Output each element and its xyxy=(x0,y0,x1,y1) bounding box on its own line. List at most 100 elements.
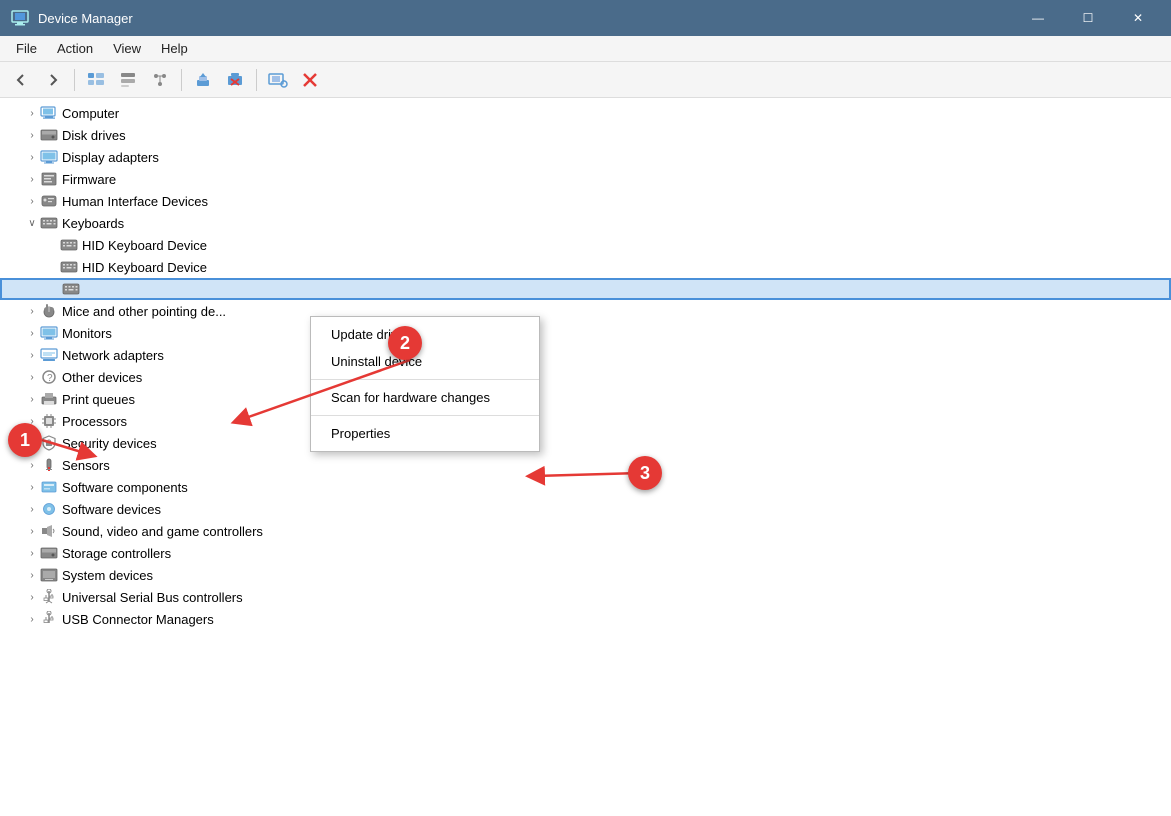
toolbar-update-driver[interactable] xyxy=(188,66,218,94)
storage-icon xyxy=(40,544,58,562)
minimize-button[interactable]: — xyxy=(1015,3,1061,33)
expand-icon[interactable]: › xyxy=(24,567,40,583)
expand-icon[interactable]: › xyxy=(24,611,40,627)
menu-action[interactable]: Action xyxy=(47,38,103,59)
expand-icon[interactable]: ∨ xyxy=(24,215,40,231)
keyboards-icon xyxy=(40,214,58,232)
expand-icon[interactable]: › xyxy=(24,391,40,407)
mice-label: Mice and other pointing de... xyxy=(62,304,226,319)
tree-item-software-comp[interactable]: › Software components xyxy=(0,476,1171,498)
mice-icon xyxy=(40,302,58,320)
tree-item-network[interactable]: › Network adapters xyxy=(0,344,1171,366)
expand-icon[interactable]: › xyxy=(24,325,40,341)
tree-item-monitors[interactable]: › Monitors xyxy=(0,322,1171,344)
separator-2 xyxy=(311,415,539,416)
expand-icon[interactable]: › xyxy=(24,545,40,561)
expand-icon[interactable]: › xyxy=(24,479,40,495)
menu-bar: File Action View Help xyxy=(0,36,1171,62)
sensors-label: Sensors xyxy=(62,458,110,473)
svg-text:?: ? xyxy=(47,373,53,384)
maximize-button[interactable]: ☐ xyxy=(1065,3,1111,33)
other-label: Other devices xyxy=(62,370,142,385)
hid-kbd-icon-3 xyxy=(62,280,80,298)
toolbar-uninstall[interactable] xyxy=(220,66,250,94)
view-devices-button[interactable] xyxy=(81,66,111,94)
tree-item-print[interactable]: › Print queues xyxy=(0,388,1171,410)
system-icon xyxy=(40,566,58,584)
device-tree[interactable]: › Computer › Disk drives › Di xyxy=(0,98,1171,816)
hid-icon xyxy=(40,192,58,210)
expand-icon[interactable]: › xyxy=(24,193,40,209)
expand-icon[interactable]: › xyxy=(24,523,40,539)
annotation-1: 1 xyxy=(8,423,42,457)
usb-connector-label: USB Connector Managers xyxy=(62,612,214,627)
usb-label: Universal Serial Bus controllers xyxy=(62,590,243,605)
expand-icon[interactable]: › xyxy=(24,105,40,121)
expand-icon[interactable]: › xyxy=(24,303,40,319)
main-content: › Computer › Disk drives › Di xyxy=(0,98,1171,816)
tree-item-computer[interactable]: › Computer xyxy=(0,102,1171,124)
resources-type-button[interactable] xyxy=(113,66,143,94)
expand-icon[interactable]: › xyxy=(24,127,40,143)
tree-item-software-dev[interactable]: › Software devices xyxy=(0,498,1171,520)
tree-item-disk-drives[interactable]: › Disk drives xyxy=(0,124,1171,146)
usb-connector-icon xyxy=(40,610,58,628)
tree-item-hid-kbd-2[interactable]: › HID Keyboard Device xyxy=(0,256,1171,278)
scan-hardware-button[interactable] xyxy=(263,66,293,94)
back-button[interactable] xyxy=(6,66,36,94)
resources-connection-button[interactable] xyxy=(145,66,175,94)
expand-icon[interactable]: › xyxy=(24,149,40,165)
separator-3 xyxy=(256,69,257,91)
context-scan-hardware[interactable]: Scan for hardware changes xyxy=(311,384,539,411)
tree-item-keyboards[interactable]: ∨ Keyboards xyxy=(0,212,1171,234)
toolbar xyxy=(0,62,1171,98)
print-icon xyxy=(40,390,58,408)
annotation-2: 2 xyxy=(388,326,422,360)
context-properties[interactable]: Properties xyxy=(311,420,539,447)
expand-icon[interactable]: › xyxy=(24,589,40,605)
tree-item-storage[interactable]: › Storage controllers xyxy=(0,542,1171,564)
tree-item-mice[interactable]: › Mice and other pointing de... xyxy=(0,300,1171,322)
tree-item-security[interactable]: › Security devices xyxy=(0,432,1171,454)
menu-view[interactable]: View xyxy=(103,38,151,59)
window: Device Manager — ☐ ✕ File Action View He… xyxy=(0,0,1171,816)
tree-item-sound[interactable]: › Sound, video and game controllers xyxy=(0,520,1171,542)
monitors-icon xyxy=(40,324,58,342)
network-icon xyxy=(40,346,58,364)
tree-item-hid[interactable]: › Human Interface Devices xyxy=(0,190,1171,212)
tree-item-system[interactable]: › System devices xyxy=(0,564,1171,586)
context-update-driver[interactable]: Update driver xyxy=(311,321,539,348)
tree-item-other[interactable]: › ? Other devices xyxy=(0,366,1171,388)
software-comp-label: Software components xyxy=(62,480,188,495)
forward-button[interactable] xyxy=(38,66,68,94)
menu-help[interactable]: Help xyxy=(151,38,198,59)
hid-kbd-label-2: HID Keyboard Device xyxy=(82,260,207,275)
tree-item-hid-kbd-1[interactable]: › HID Keyboard Device xyxy=(0,234,1171,256)
software-dev-icon xyxy=(40,500,58,518)
tree-item-sensors[interactable]: › Sensors xyxy=(0,454,1171,476)
sound-label: Sound, video and game controllers xyxy=(62,524,263,539)
usb-icon xyxy=(40,588,58,606)
tree-item-usb[interactable]: › Universal Serial Bus controllers xyxy=(0,586,1171,608)
expand-icon[interactable]: › xyxy=(24,501,40,517)
monitors-label: Monitors xyxy=(62,326,112,341)
other-icon: ? xyxy=(40,368,58,386)
menu-file[interactable]: File xyxy=(6,38,47,59)
expand-icon[interactable]: › xyxy=(24,457,40,473)
disk-drives-label: Disk drives xyxy=(62,128,126,143)
tree-item-usb-connector[interactable]: › USB Connector Managers xyxy=(0,608,1171,630)
context-uninstall-device[interactable]: Uninstall device xyxy=(311,348,539,375)
expand-icon[interactable]: › xyxy=(24,171,40,187)
separator-1 xyxy=(74,69,75,91)
toolbar-x-button[interactable] xyxy=(295,66,325,94)
app-icon xyxy=(10,8,30,28)
expand-icon[interactable]: › xyxy=(24,369,40,385)
tree-item-hid-kbd-3[interactable]: › xyxy=(0,278,1171,300)
close-button[interactable]: ✕ xyxy=(1115,3,1161,33)
separator xyxy=(311,379,539,380)
tree-item-processors[interactable]: › Processors xyxy=(0,410,1171,432)
tree-item-display[interactable]: › Display adapters xyxy=(0,146,1171,168)
expand-icon[interactable]: › xyxy=(24,347,40,363)
software-dev-label: Software devices xyxy=(62,502,161,517)
tree-item-firmware[interactable]: › Firmware xyxy=(0,168,1171,190)
